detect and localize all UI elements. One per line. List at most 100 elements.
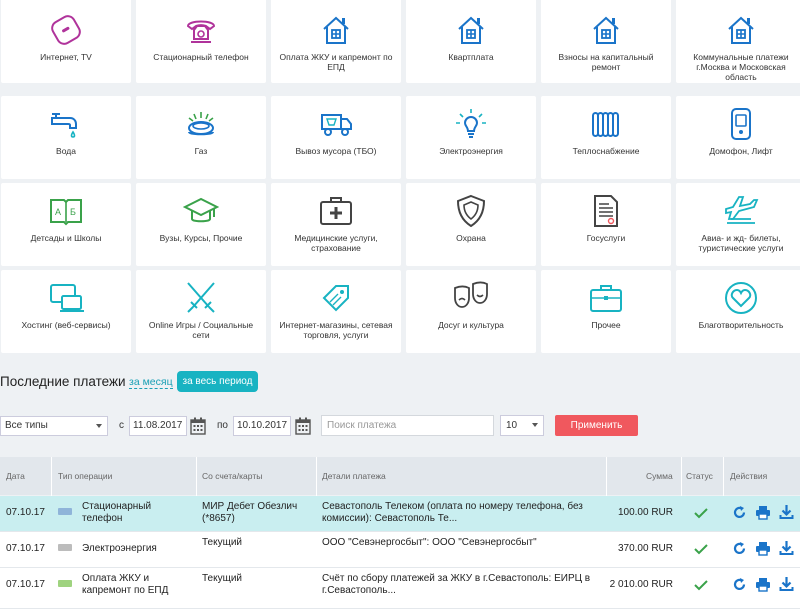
- repeat-icon[interactable]: [732, 577, 747, 592]
- category-label: Прочее: [591, 320, 621, 330]
- category-label: Интернет, TV: [40, 52, 92, 62]
- row-type: Оплата ЖКУ и капремонт по ЕПД: [82, 573, 169, 596]
- category-tile[interactable]: Теплоснабжение: [541, 96, 671, 179]
- chevron-down-icon: [532, 423, 538, 427]
- row-date: 07.10.17: [6, 507, 45, 518]
- category-tile[interactable]: Досуг и культура: [406, 270, 536, 353]
- row-type: Электроэнергия: [82, 543, 157, 554]
- category-label: Вузы, Курсы, Прочие: [159, 233, 243, 243]
- category-tile[interactable]: Домофон, Лифт: [676, 96, 800, 179]
- category-tile[interactable]: Медицинские услуги, страхование: [271, 183, 401, 266]
- filter-month-link[interactable]: за месяц: [129, 376, 173, 389]
- row-details: Счёт по сбору платежей за ЖКУ в г.Севаст…: [322, 573, 591, 596]
- row-type: Стационарный телефон: [82, 501, 152, 524]
- category-label: Домофон, Лифт: [709, 146, 773, 156]
- category-label: Интернет-магазины, сетевая торговля, усл…: [279, 320, 393, 340]
- category-label: Стационарный телефон: [153, 52, 249, 62]
- row-sum: 2 010.00 RUR: [609, 579, 673, 590]
- print-icon[interactable]: [755, 505, 771, 520]
- table-row[interactable]: 07.10.17 Стационарный телефон МИР Дебет Об…: [0, 496, 800, 532]
- operation-type-icon: [58, 580, 72, 587]
- category-tile[interactable]: Взносы на капитальный ремонт: [541, 0, 671, 83]
- svg-text:Б: Б: [70, 207, 76, 217]
- category-label: Вода: [56, 146, 76, 156]
- svg-text:А: А: [55, 207, 61, 217]
- category-tile[interactable]: А Б Детсады и Школы: [1, 183, 131, 266]
- download-icon[interactable]: [779, 504, 794, 520]
- category-tile[interactable]: Газ: [136, 96, 266, 179]
- category-tile[interactable]: Коммунальные платежи г.Москва и Московск…: [676, 0, 800, 83]
- category-label: Газ: [194, 146, 208, 156]
- category-label: Вывоз мусора (ТБО): [295, 146, 377, 156]
- calendar-icon[interactable]: [295, 417, 311, 435]
- category-label: Взносы на капитальный ремонт: [558, 52, 654, 72]
- category-label: Оплата ЖКУ и капремонт по ЕПД: [279, 52, 393, 72]
- date-to-label: по: [217, 420, 228, 431]
- repeat-icon[interactable]: [732, 541, 747, 556]
- row-account: Текущий: [202, 573, 242, 584]
- row-date: 07.10.17: [6, 543, 45, 554]
- category-tile[interactable]: Стационарный телефон: [136, 0, 266, 83]
- page-size-select[interactable]: 10: [500, 415, 544, 436]
- repeat-icon[interactable]: [732, 505, 747, 520]
- category-label: Детсады и Школы: [30, 233, 102, 243]
- category-tile[interactable]: Прочее: [541, 270, 671, 353]
- category-tile[interactable]: Благотворительность: [676, 270, 800, 353]
- category-label: Благотворительность: [698, 320, 784, 330]
- recent-payments-title: Последние платежи: [0, 374, 126, 389]
- row-account: Текущий: [202, 537, 242, 548]
- col-account: Со счета/карты: [202, 471, 263, 481]
- row-account: МИР Дебет Обезлич (*8657): [202, 501, 298, 524]
- calendar-icon[interactable]: [190, 417, 206, 435]
- category-tile[interactable]: Госуслуги: [541, 183, 671, 266]
- category-tile[interactable]: Охрана: [406, 183, 536, 266]
- category-label: Медицинские услуги, страхование: [294, 233, 378, 253]
- check-icon: [694, 580, 708, 591]
- operation-type-select[interactable]: Все типы: [0, 416, 108, 436]
- date-to-input[interactable]: 10.10.2017: [233, 416, 291, 436]
- apply-button[interactable]: Применить: [555, 415, 638, 436]
- service-categories-grid: Интернет, TV Стационарный телефон Оплата Ж…: [0, 0, 800, 353]
- chevron-down-icon: [96, 424, 102, 428]
- col-details: Детали платежа: [322, 471, 386, 481]
- category-tile[interactable]: Интернет, TV: [1, 0, 131, 83]
- category-label: Теплоснабжение: [572, 146, 640, 156]
- category-tile[interactable]: Online Игры / Социальные сети: [136, 270, 266, 353]
- category-label: Хостинг (веб-сервисы): [21, 320, 111, 330]
- filter-all-period-button[interactable]: за весь период: [177, 371, 258, 392]
- category-tile[interactable]: Авиа- и жд- билеты, туристические услуги: [676, 183, 800, 266]
- category-tile[interactable]: Вузы, Курсы, Прочие: [136, 183, 266, 266]
- table-row[interactable]: 07.10.17 Оплата ЖКУ и капремонт по ЕПД Тек…: [0, 568, 800, 609]
- operation-type-icon: [58, 544, 72, 551]
- operation-type-icon: [58, 508, 72, 515]
- table-row[interactable]: 07.10.17 Электроэнергия Текущий ООО "Севэне…: [0, 532, 800, 568]
- download-icon[interactable]: [779, 540, 794, 556]
- category-tile[interactable]: Вода: [1, 96, 131, 179]
- check-icon: [694, 508, 708, 519]
- row-sum: 370.00 RUR: [617, 543, 673, 554]
- category-tile[interactable]: Квартплата: [406, 0, 536, 83]
- col-sum: Сумма: [646, 471, 673, 481]
- col-status: Статус: [686, 471, 713, 481]
- category-tile[interactable]: Оплата ЖКУ и капремонт по ЕПД: [271, 0, 401, 83]
- row-details: Севастополь Телеком (оплата по номеру те…: [322, 501, 583, 524]
- row-sum: 100.00 RUR: [617, 507, 673, 518]
- category-tile[interactable]: Интернет-магазины, сетевая торговля, усл…: [271, 270, 401, 353]
- date-from-input[interactable]: 11.08.2017: [129, 416, 187, 436]
- page-size-value: 10: [506, 420, 518, 431]
- category-tile[interactable]: Вывоз мусора (ТБО): [271, 96, 401, 179]
- category-label: Квартплата: [448, 52, 494, 62]
- category-label: Online Игры / Социальные сети: [148, 320, 254, 340]
- check-icon: [694, 544, 708, 555]
- col-date: Дата: [6, 471, 25, 481]
- search-payment-input[interactable]: Поиск платежа: [321, 415, 494, 436]
- category-tile[interactable]: Хостинг (веб-сервисы): [1, 270, 131, 353]
- category-label: Госуслуги: [586, 233, 626, 243]
- row-details: ООО "Севэнергосбыт": ООО "Севэнергосбыт": [322, 537, 537, 548]
- category-label: Охрана: [456, 233, 486, 243]
- download-icon[interactable]: [779, 576, 794, 592]
- print-icon[interactable]: [755, 577, 771, 592]
- category-tile[interactable]: Электроэнергия: [406, 96, 536, 179]
- col-type: Тип операции: [58, 471, 113, 481]
- print-icon[interactable]: [755, 541, 771, 556]
